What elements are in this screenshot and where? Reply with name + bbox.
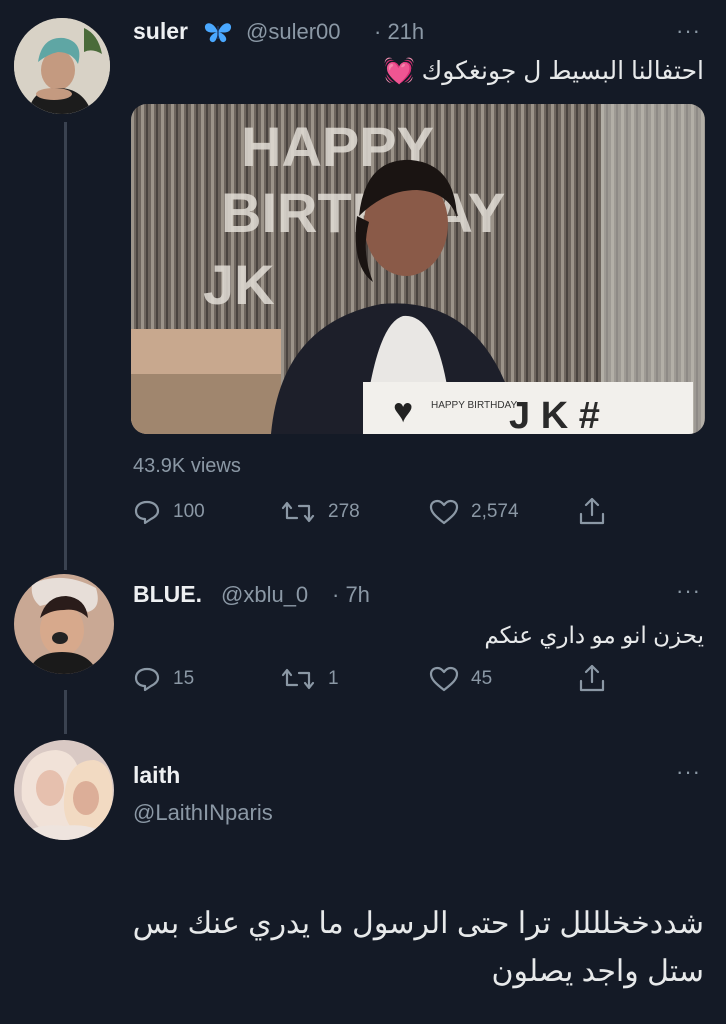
tweet-time[interactable]: · 21h	[374, 19, 424, 45]
reply-button[interactable]: 15	[133, 665, 194, 693]
more-options-icon[interactable]: ···	[676, 578, 701, 604]
share-button[interactable]	[578, 496, 606, 526]
like-count: 2,574	[471, 501, 519, 522]
reply-count: 100	[173, 501, 205, 522]
share-button[interactable]	[578, 663, 606, 693]
share-icon	[579, 497, 605, 525]
avatar-image	[14, 574, 114, 674]
tweet-text: احتفالنا البسيط ل جونغكوك 💓	[383, 57, 704, 85]
retweet-icon	[281, 668, 315, 690]
tweet-text-line-1: شددخخلللل ترا حتى الرسول ما يدري عنك بس	[132, 907, 704, 940]
like-button[interactable]: 45	[429, 665, 492, 693]
heart-icon	[429, 666, 459, 692]
avatar[interactable]	[14, 740, 114, 840]
like-count: 45	[471, 668, 493, 689]
thread-line-2	[64, 690, 67, 734]
avatar-image	[14, 18, 110, 114]
svg-text:♥: ♥	[393, 392, 413, 430]
butterfly-icon	[203, 20, 233, 49]
thread-line-1	[64, 122, 67, 570]
retweet-button[interactable]: 1	[280, 665, 339, 693]
like-button[interactable]: 2,574	[429, 498, 519, 526]
author-name[interactable]: laith	[133, 762, 180, 789]
retweet-button[interactable]: 278	[280, 498, 360, 526]
more-options-icon[interactable]: ···	[676, 759, 701, 785]
avatar-image	[14, 740, 114, 840]
reply-icon	[134, 500, 160, 525]
author-name[interactable]: suler	[133, 18, 188, 45]
cake-text: HAPPY BIRTHDAY	[431, 400, 517, 411]
tweet-media-video[interactable]: HAPPY BIRTHDAY JK ♥ HAPPY BIRTHDAY J K #	[131, 104, 705, 434]
cake-letters: J K #	[509, 395, 600, 434]
more-options-icon[interactable]: ···	[676, 18, 701, 44]
retweet-count: 1	[328, 668, 339, 689]
reply-count: 15	[173, 668, 195, 689]
share-icon	[579, 664, 605, 692]
tweet-text: يحزن انو مو داري عنكم	[484, 622, 704, 648]
retweet-icon	[281, 501, 315, 523]
reply-icon	[134, 667, 160, 692]
view-count[interactable]: 43.9K views	[133, 455, 241, 478]
svg-text:JK: JK	[203, 253, 275, 316]
author-handle[interactable]: @xblu_0	[221, 582, 308, 608]
tweet-text-line-2: ستل واجد يصلون	[491, 955, 704, 988]
reply-button[interactable]: 100	[133, 498, 205, 526]
author-handle[interactable]: @suler00	[246, 19, 341, 45]
tweet-time[interactable]: · 7h	[332, 582, 370, 608]
heart-icon	[429, 499, 459, 525]
avatar[interactable]	[14, 574, 114, 674]
author-name[interactable]: BLUE.	[133, 581, 202, 608]
author-handle[interactable]: @LaithINparis	[133, 800, 273, 826]
avatar[interactable]	[14, 18, 110, 114]
video-frame-image: HAPPY BIRTHDAY JK ♥ HAPPY BIRTHDAY J K #	[131, 104, 705, 434]
retweet-count: 278	[328, 501, 360, 522]
